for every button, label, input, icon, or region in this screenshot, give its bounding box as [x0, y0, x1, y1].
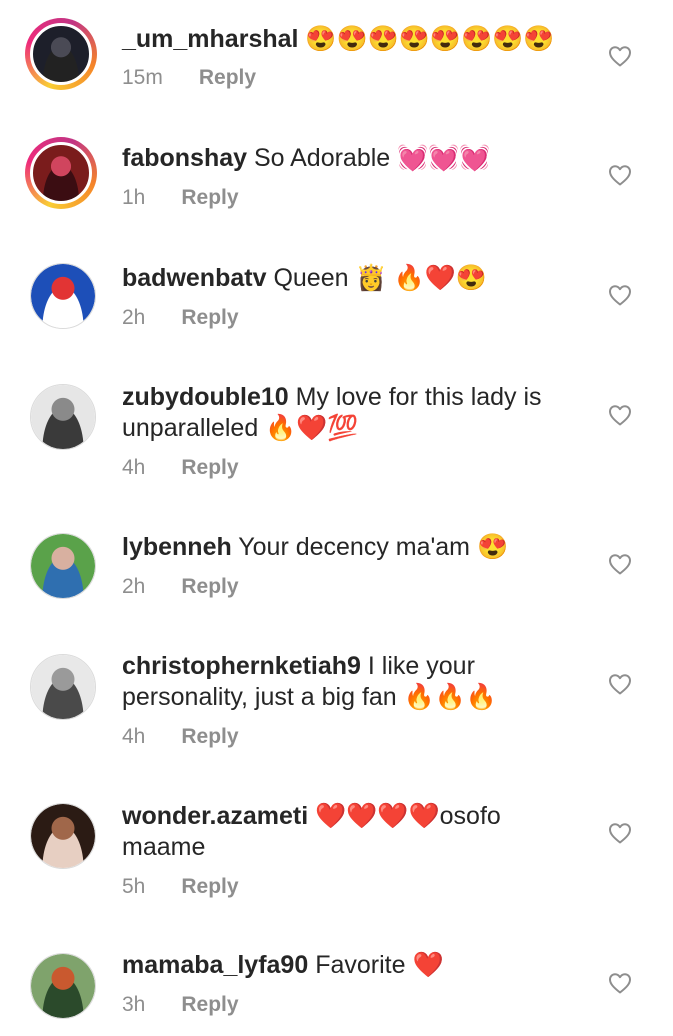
reply-button[interactable]: Reply: [181, 575, 238, 598]
comment-time: 15m: [122, 66, 163, 89]
avatar[interactable]: [30, 384, 96, 450]
avatar[interactable]: [30, 533, 96, 599]
avatar-image: [30, 23, 92, 85]
comment-text: 😍😍😍😍😍😍😍😍: [305, 25, 555, 53]
comment-time: 3h: [122, 993, 146, 1016]
heart-outline-icon[interactable]: [608, 822, 632, 844]
heart-outline-icon[interactable]: [608, 404, 632, 426]
avatar[interactable]: [25, 137, 97, 209]
reply-button[interactable]: Reply: [181, 725, 238, 748]
comment-time: 2h: [122, 306, 146, 329]
avatar-image: [31, 385, 95, 449]
comment-username[interactable]: mamaba_lyfa90: [122, 951, 308, 979]
reply-button[interactable]: Reply: [199, 66, 256, 89]
comment-username[interactable]: _um_mharshal: [122, 25, 298, 53]
comment-username[interactable]: badwenbatv: [122, 264, 266, 292]
avatar-image: [31, 954, 95, 1018]
heart-outline-icon[interactable]: [608, 284, 632, 306]
comment-text: So Adorable 💓💓💓: [253, 144, 491, 172]
comment-username[interactable]: lybenneh: [122, 533, 232, 561]
heart-outline-icon[interactable]: [608, 673, 632, 695]
comment-text: Queen 👸 🔥❤️😍: [273, 264, 487, 292]
heart-outline-icon[interactable]: [608, 164, 632, 186]
comment-time: 5h: [122, 875, 146, 898]
reply-button[interactable]: Reply: [181, 306, 238, 329]
comment-text: Your decency ma'am 😍: [238, 533, 509, 561]
reply-button[interactable]: Reply: [181, 456, 238, 479]
comment-username[interactable]: christophernketiah9: [122, 652, 361, 680]
avatar-image: [31, 804, 95, 868]
avatar[interactable]: [30, 953, 96, 1019]
avatar[interactable]: [30, 803, 96, 869]
comment-time: 1h: [122, 186, 146, 209]
avatar-image: [31, 534, 95, 598]
comment-username[interactable]: fabonshay: [122, 144, 247, 172]
avatar[interactable]: [25, 18, 97, 90]
comment-time: 4h: [122, 456, 146, 479]
comment-time: 2h: [122, 575, 146, 598]
heart-outline-icon[interactable]: [608, 972, 632, 994]
avatar[interactable]: [30, 263, 96, 329]
comment-username[interactable]: wonder.azameti: [122, 802, 308, 830]
avatar[interactable]: [30, 654, 96, 720]
comment-time: 4h: [122, 725, 146, 748]
comment-username[interactable]: zubydouble10: [122, 383, 289, 411]
avatar-image: [30, 142, 92, 204]
reply-button[interactable]: Reply: [181, 993, 238, 1016]
avatar-image: [31, 655, 95, 719]
reply-button[interactable]: Reply: [181, 186, 238, 209]
avatar-image: [31, 264, 95, 328]
comment-text: Favorite ❤️: [315, 951, 444, 979]
heart-outline-icon[interactable]: [608, 553, 632, 575]
heart-outline-icon[interactable]: [608, 45, 632, 67]
reply-button[interactable]: Reply: [181, 875, 238, 898]
